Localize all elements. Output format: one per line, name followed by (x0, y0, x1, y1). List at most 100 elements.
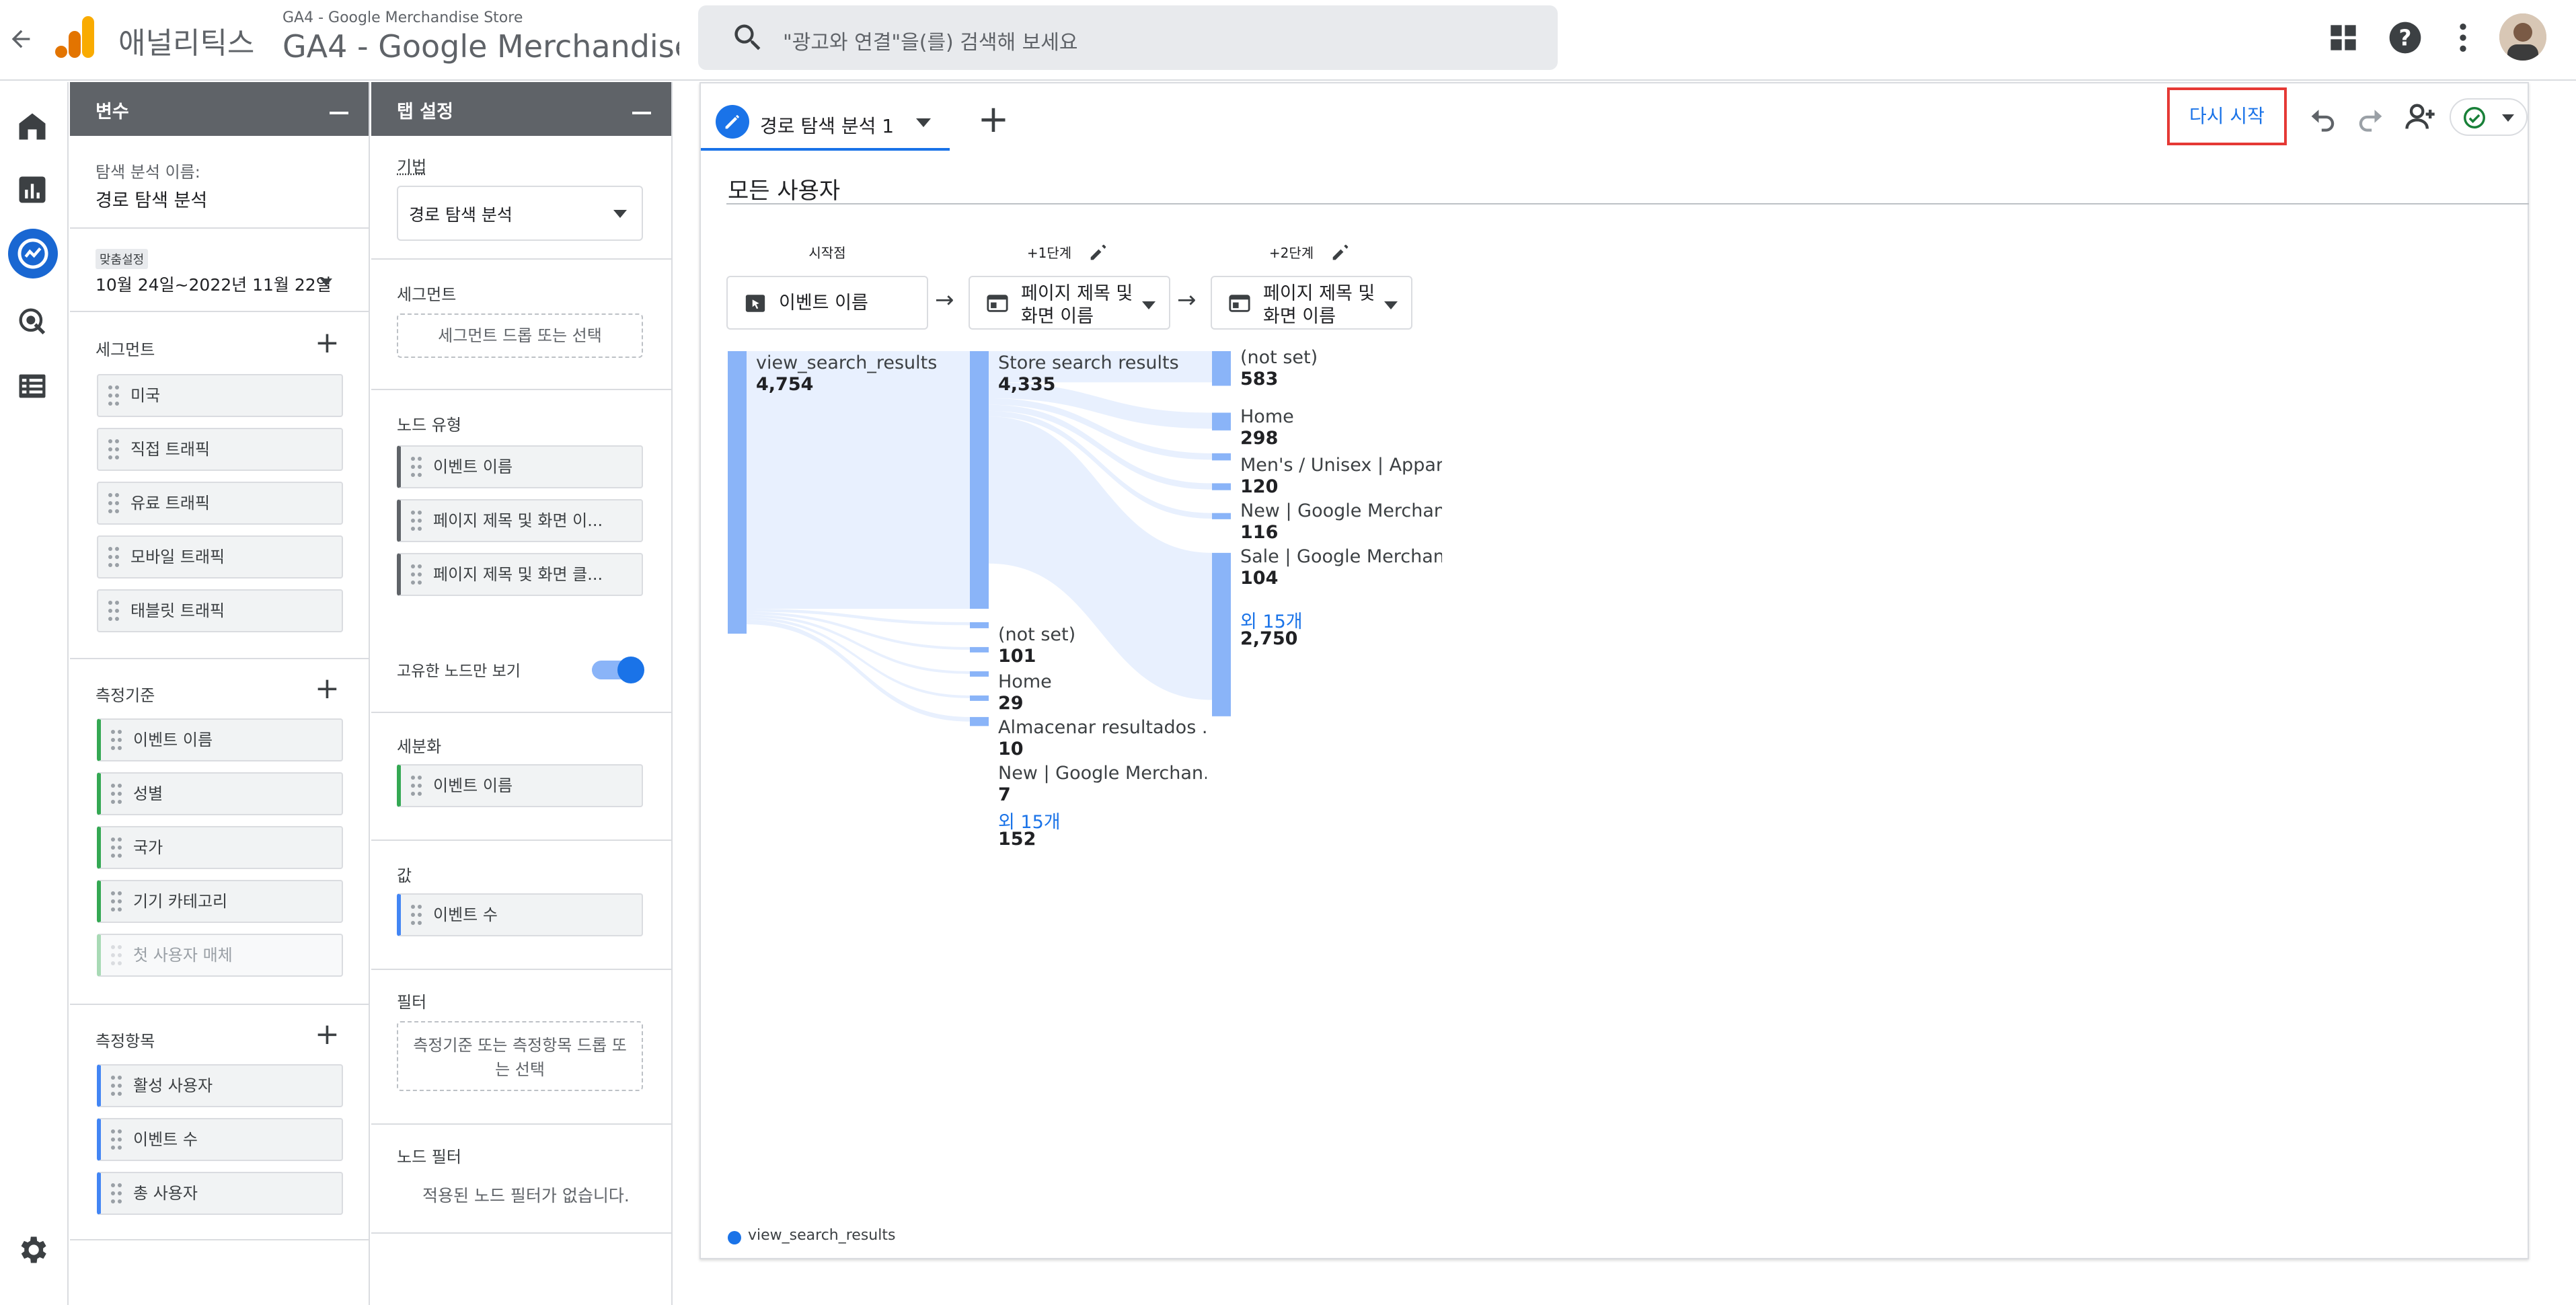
node-label: Sale | Google Merchan... (1240, 546, 1442, 567)
admin-gear-icon[interactable] (15, 1232, 50, 1267)
dimension-chip[interactable]: 성별 (97, 772, 343, 815)
sankey-node-bar[interactable] (970, 716, 989, 726)
home-icon[interactable] (15, 109, 50, 144)
apps-grid-icon[interactable] (2324, 19, 2362, 57)
advertising-icon[interactable] (15, 304, 50, 339)
sankey-node-bar[interactable] (970, 646, 989, 652)
dimension-chip-disabled[interactable]: 첫 사용자 매체 (97, 934, 343, 977)
divider (371, 969, 673, 970)
minimize-icon[interactable] (632, 112, 651, 114)
node-value: 29 (998, 693, 1024, 714)
explore-nav-item[interactable] (8, 229, 58, 278)
exploration-name[interactable]: 경로 탐색 분석 (96, 186, 207, 212)
drag-handle-icon[interactable] (410, 564, 422, 585)
legend-label: view_search_results (748, 1227, 896, 1244)
minimize-icon[interactable] (330, 112, 348, 114)
segment-compare-label: 세그먼트 (397, 285, 457, 304)
save-status-button[interactable] (2450, 98, 2528, 136)
sankey-node-bar[interactable] (1212, 453, 1231, 461)
drag-handle-icon[interactable] (410, 510, 422, 531)
sankey-node-bar[interactable] (1212, 513, 1231, 519)
metric-chip[interactable]: 활성 사용자 (97, 1064, 343, 1107)
segment-chip[interactable]: 미국 (97, 374, 343, 417)
segment-chip[interactable]: 직접 트래픽 (97, 428, 343, 471)
reports-icon[interactable] (15, 172, 50, 207)
node-label: view_search_results (756, 352, 938, 373)
segment-chip[interactable]: 모바일 트래픽 (97, 535, 343, 579)
metric-chip[interactable]: 이벤트 수 (97, 1118, 343, 1161)
account-name[interactable]: GA4 - Google Merchandise Store (282, 9, 523, 26)
sankey-node-bar[interactable] (970, 351, 989, 609)
drag-handle-icon[interactable] (110, 1183, 122, 1204)
drag-handle-icon[interactable] (110, 837, 122, 858)
filter-drop-zone[interactable]: 측정기준 또는 측정항목 드롭 또는 선택 (397, 1021, 643, 1091)
divider (371, 1232, 673, 1234)
node-label: (not set) (998, 624, 1076, 645)
segment-chip[interactable]: 태블릿 트래픽 (97, 589, 343, 632)
sankey-node-bar[interactable] (1212, 552, 1231, 716)
add-segment-plus-icon[interactable]: + (315, 328, 340, 358)
date-custom-badge: 맞춤설정 (96, 249, 149, 269)
sankey-node-bar[interactable] (1212, 483, 1231, 490)
divider (371, 389, 673, 390)
more-vert-icon[interactable] (2444, 19, 2482, 57)
node-type-chip[interactable]: 페이지 제목 및 화면 클... (397, 553, 643, 596)
node-value: 101 (998, 646, 1036, 667)
drag-handle-icon[interactable] (108, 439, 120, 460)
sankey-node-bar[interactable] (728, 351, 747, 634)
configure-list-icon[interactable] (15, 369, 50, 404)
restart-button[interactable]: 다시 시작 (2167, 87, 2287, 145)
segment-drop-zone[interactable]: 세그먼트 드롭 또는 선택 (397, 313, 643, 358)
add-dimension-plus-icon[interactable]: + (315, 674, 340, 704)
drag-handle-icon[interactable] (108, 600, 120, 622)
help-icon[interactable]: ? (2386, 19, 2424, 57)
undo-icon[interactable] (2306, 100, 2341, 135)
unique-nodes-toggle[interactable] (585, 655, 646, 685)
property-selector[interactable]: GA4 - Google Merchandise ... (282, 28, 679, 65)
drag-handle-icon[interactable] (410, 775, 422, 796)
node-value: 4,335 (998, 374, 1056, 395)
divider (70, 658, 370, 659)
breakdown-chip[interactable]: 이벤트 이름 (397, 764, 643, 807)
dimension-chip[interactable]: 기기 카테고리 (97, 880, 343, 923)
unique-nodes-label: 고유한 노드만 보기 (397, 663, 521, 680)
redo-icon[interactable] (2353, 100, 2388, 135)
account-avatar[interactable] (2499, 13, 2546, 61)
drag-handle-icon[interactable] (110, 944, 122, 966)
drag-handle-icon[interactable] (110, 729, 122, 751)
drag-handle-icon[interactable] (110, 891, 122, 912)
dimension-chip[interactable]: 국가 (97, 826, 343, 869)
drag-handle-icon[interactable] (410, 904, 422, 926)
sankey-node-bar[interactable] (970, 671, 989, 677)
drag-handle-icon[interactable] (110, 783, 122, 805)
divider (70, 1239, 370, 1240)
analytics-logo-icon[interactable] (55, 16, 96, 58)
drag-handle-icon[interactable] (108, 385, 120, 406)
date-dropdown-icon[interactable] (320, 278, 332, 286)
segment-label: 유료 트래픽 (130, 494, 211, 513)
add-metric-plus-icon[interactable]: + (315, 1020, 340, 1049)
dimension-label: 기기 카테고리 (133, 892, 228, 911)
drag-handle-icon[interactable] (110, 1075, 122, 1096)
node-type-chip[interactable]: 이벤트 이름 (397, 445, 643, 488)
drag-handle-icon[interactable] (410, 456, 422, 478)
drag-handle-icon[interactable] (108, 546, 120, 568)
sankey-node-bar[interactable] (970, 622, 989, 628)
sankey-node-bar[interactable] (1212, 351, 1231, 386)
date-range-selector[interactable]: 10월 24일~2022년 11월 22일 (96, 272, 332, 296)
value-chip[interactable]: 이벤트 수 (397, 893, 643, 936)
back-arrow-icon[interactable] (4, 20, 38, 58)
dimension-chip[interactable]: 이벤트 이름 (97, 718, 343, 761)
segment-chip[interactable]: 유료 트래픽 (97, 482, 343, 525)
sankey-node-bar[interactable] (970, 695, 989, 701)
drag-handle-icon[interactable] (110, 1129, 122, 1150)
node-type-chip[interactable]: 페이지 제목 및 화면 이... (397, 499, 643, 542)
technique-select[interactable]: 경로 탐색 분석 (397, 186, 643, 241)
search-bar[interactable]: "광고와 연결"을(를) 검색해 보세요 (698, 5, 1558, 70)
share-person-add-icon[interactable] (2402, 100, 2437, 135)
metric-chip[interactable]: 총 사용자 (97, 1172, 343, 1215)
exploration-canvas: 경로 탐색 분석 1 + 다시 시작 모든 사용자 시작점 +1단계 +2단계 … (699, 82, 2529, 1259)
sankey-node-bar[interactable] (1212, 412, 1231, 431)
toggle-knob (617, 657, 644, 683)
drag-handle-icon[interactable] (108, 492, 120, 514)
